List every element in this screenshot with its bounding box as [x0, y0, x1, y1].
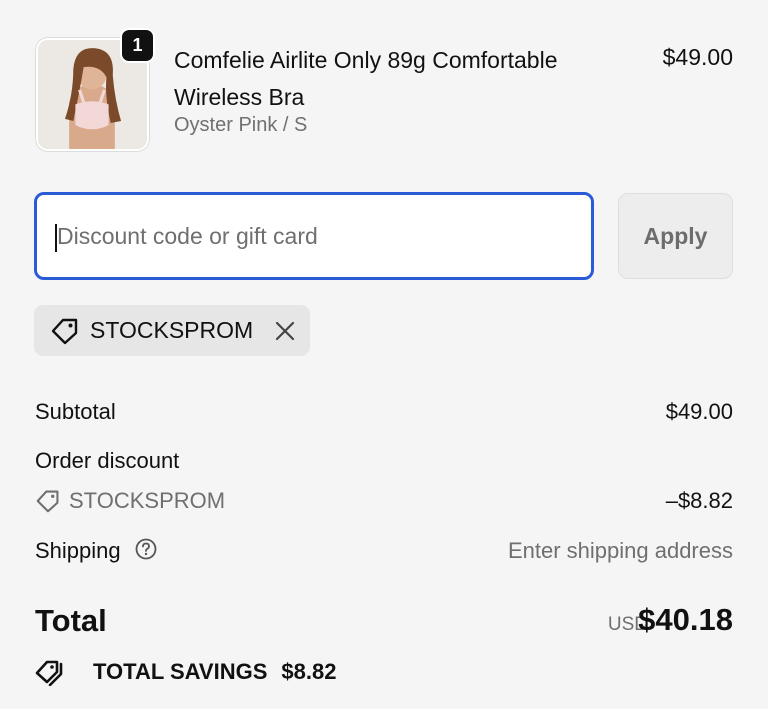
order-discount-label: Order discount — [35, 448, 180, 473]
total-amount: $40.18 — [638, 602, 733, 637]
shipping-row: Shipping Enter shipping address — [35, 538, 733, 566]
close-icon[interactable] — [271, 317, 299, 345]
total-label: Total — [35, 603, 107, 638]
help-icon[interactable] — [135, 538, 157, 566]
applied-discount-chip: STOCKSPROM — [34, 305, 310, 356]
quantity-badge: 1 — [120, 28, 155, 63]
tag-icon — [50, 317, 80, 350]
product-variant: Oyster Pink / S — [174, 114, 308, 136]
product-title: Comfelie Airlite Only 89g Comfortable Wi… — [174, 47, 558, 110]
shipping-label: Shipping — [35, 538, 121, 563]
subtotal-value: $49.00 — [665, 399, 733, 424]
apply-button[interactable]: Apply — [618, 193, 733, 279]
text-caret — [55, 224, 57, 252]
discount-amount: –$8.82 — [665, 488, 733, 513]
tags-icon — [35, 658, 81, 686]
discount-code-input[interactable] — [34, 192, 594, 280]
order-summary: 1 Comfelie Airlite Only 89g Comfortable … — [0, 0, 768, 709]
order-discount-row: Order discount — [35, 448, 733, 474]
shipping-value: Enter shipping address — [507, 538, 733, 563]
total-savings-amount: $8.82 — [281, 659, 337, 684]
total-savings-label: TOTAL SAVINGS — [93, 659, 268, 684]
total-savings: TOTAL SAVINGS $8.82 — [35, 658, 336, 686]
subtotal-label: Subtotal — [35, 399, 116, 424]
discount-code-text: STOCKSPROM — [69, 488, 226, 513]
product-price: $49.00 — [662, 44, 733, 70]
discount-code-line: STOCKSPROM — [35, 488, 225, 514]
tag-icon — [35, 489, 61, 513]
applied-discount-code: STOCKSPROM — [90, 317, 254, 343]
subtotal-row: Subtotal $49.00 — [35, 399, 733, 425]
